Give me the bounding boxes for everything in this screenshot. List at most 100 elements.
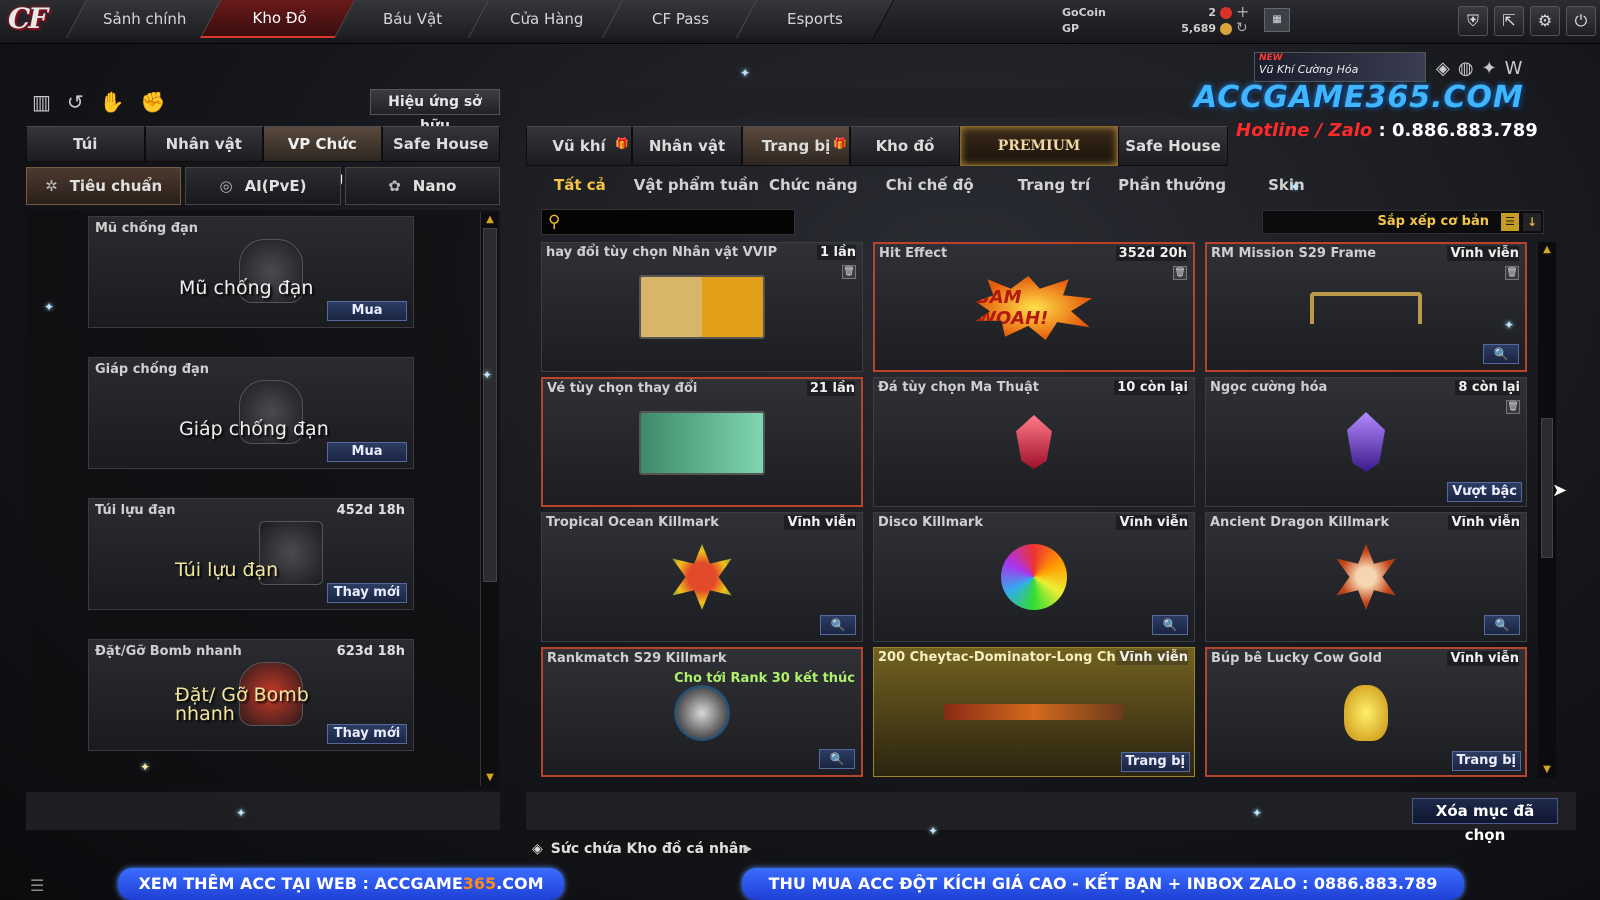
item-card[interactable]: Búp bê Lucky Cow Gold Vĩnh viễn Trang bị — [1205, 647, 1527, 777]
subtab-function[interactable]: Chức năng — [759, 170, 872, 200]
nav-tab-cfpass[interactable]: CF Pass — [601, 0, 761, 38]
share-icon[interactable]: ⇱ — [1494, 6, 1524, 36]
search-icon[interactable]: 🔍 — [820, 615, 856, 635]
tab-label: Safe House — [1125, 137, 1221, 155]
card-name: Tropical Ocean Killmark — [546, 515, 719, 530]
nav-tab-treasure[interactable]: Báu Vật — [333, 0, 493, 38]
tab-premium[interactable]: PREMIUM — [960, 126, 1118, 166]
list-item[interactable]: Mũ chống đạn Mũ chống đạn Mua — [88, 216, 414, 328]
subtab-mode-only[interactable]: Chỉ chế độ — [872, 170, 1004, 200]
search-icon[interactable]: 🔍 — [1484, 615, 1520, 635]
list-item[interactable]: Túi lựu đạn 452d 18h Túi lựu đạn Thay mớ… — [88, 498, 414, 610]
globe-icon[interactable]: ◍ — [1458, 58, 1474, 79]
item-card[interactable]: Đá tùy chọn Ma Thuật 10 còn lại — [873, 377, 1195, 507]
subtab-ai-pve[interactable]: ◎ AI(PvE) — [185, 167, 341, 205]
search-icon[interactable]: 🔍 — [819, 749, 855, 769]
promo-banner[interactable]: NEW Vũ Khí Cường Hóa — [1254, 52, 1426, 82]
hit-effect-icon: BAM WOAH! — [976, 276, 1092, 340]
emblem-icon[interactable]: ✦ — [1482, 58, 1497, 79]
shield-icon[interactable]: ⛨ — [1458, 6, 1488, 36]
item-card[interactable]: Rankmatch S29 Killmark Cho tới Rank 30 k… — [541, 647, 863, 777]
scroll-down-icon[interactable]: ▼ — [1538, 762, 1556, 778]
item-card[interactable]: Hit Effect 352d 20h 🗑 BAM WOAH! — [873, 242, 1195, 372]
ranking-icon[interactable]: ▥ — [32, 90, 51, 114]
item-card[interactable]: 200 Cheytac-Dominator-Long Châu Vĩnh viễ… — [873, 647, 1195, 777]
tab-equipment[interactable]: Trang bị 🎁 — [742, 126, 850, 166]
nav-tab-inventory[interactable]: Kho Đồ — [199, 0, 359, 38]
item-card[interactable]: Tropical Ocean Killmark Vĩnh viễn 🔍 — [541, 512, 863, 642]
clear-selected-button[interactable]: Xóa mục đã chọn — [1412, 798, 1558, 844]
list-icon[interactable]: ☰ — [30, 876, 44, 895]
subtab-nano[interactable]: ✿ Nano — [344, 167, 500, 205]
tab-bag[interactable]: Túi — [26, 126, 145, 162]
sparkle-icon: ✦ — [928, 824, 939, 838]
search-input[interactable]: ⚲ — [541, 209, 795, 235]
sparkle-icon: ✦ — [236, 806, 247, 820]
hotline-number: 0.886.883.789 — [1391, 120, 1538, 141]
item-card[interactable]: Disco Killmark Vĩnh viễn 🔍 — [873, 512, 1195, 642]
history-icon[interactable]: ↺ — [67, 90, 84, 114]
search-icon[interactable]: 🔍 — [1483, 344, 1519, 364]
refresh-icon[interactable]: ↻ — [1236, 20, 1248, 36]
equip-button[interactable]: Trang bị — [1120, 752, 1190, 772]
subtab-skin[interactable]: Skin — [1254, 170, 1319, 200]
nav-tab-label: Cửa Hàng — [510, 10, 584, 28]
subtab-rewards[interactable]: Phần thưởng — [1104, 170, 1254, 200]
sort-dropdown[interactable]: Sắp xếp cơ bản ☰ ↓ — [1262, 210, 1544, 234]
tab-safe-house[interactable]: Safe House — [1118, 126, 1228, 166]
left-scrollbar[interactable]: ▲ ▼ — [480, 212, 498, 786]
ticket-icon[interactable]: ▦ — [1264, 8, 1290, 32]
buy-button[interactable]: Mua — [327, 442, 407, 462]
item-card[interactable]: Vé tùy chọn thay đổi 21 lần — [541, 377, 863, 507]
sort-label: Sắp xếp cơ bản — [1377, 214, 1490, 229]
subtab-weekly[interactable]: Vật phẩm tuần — [626, 170, 759, 200]
nav-tab-esports[interactable]: Esports — [735, 0, 895, 38]
list-item[interactable]: Đặt/Gỡ Bomb nhanh 623d 18h Đặt/ Gỡ Bomb … — [88, 639, 414, 751]
card-name: Búp bê Lucky Cow Gold — [1211, 651, 1382, 666]
owned-effects-button[interactable]: Hiệu ứng sở hữu — [370, 89, 500, 134]
subtab-decor[interactable]: Trang trí — [1004, 170, 1104, 200]
subtab-all[interactable]: Tất cả — [526, 170, 626, 200]
item-card[interactable]: hay đổi tùy chọn Nhân vật VVIP 1 lần 🗑 — [541, 242, 863, 372]
hand-icon[interactable]: ✋ — [100, 90, 125, 114]
item-card[interactable]: Ancient Dragon Killmark Vĩnh viễn 🔍 — [1205, 512, 1527, 642]
card-duration: 8 còn lại — [1455, 380, 1520, 395]
renew-button[interactable]: Thay mới — [327, 583, 407, 603]
trash-icon[interactable]: 🗑 — [1505, 266, 1519, 280]
sort-direction-icon[interactable]: ↓ — [1523, 213, 1541, 231]
rank-badge-icon[interactable]: ◈ — [1436, 58, 1450, 79]
equip-button[interactable]: Trang bị — [1451, 751, 1521, 771]
trash-icon[interactable]: 🗑 — [842, 265, 856, 279]
card-duration: Vĩnh viễn — [1116, 515, 1188, 530]
list-item[interactable]: Giáp chống đạn Giáp chống đạn Mua — [88, 357, 414, 469]
scroll-thumb[interactable] — [483, 228, 497, 582]
scroll-up-icon[interactable]: ▲ — [1538, 242, 1556, 258]
list-view-icon[interactable]: ☰ — [1501, 213, 1519, 231]
buy-button[interactable]: Mua — [327, 301, 407, 321]
item-card[interactable]: RM Mission S29 Frame Vĩnh viễn 🗑 🔍 — [1205, 242, 1527, 372]
trash-icon[interactable]: 🗑 — [1173, 266, 1187, 280]
storage-capacity-button[interactable]: ◈ Sức chứa Kho đồ cá nhân ▶ — [526, 836, 758, 862]
tab-character[interactable]: Nhân vật — [144, 126, 263, 162]
tab-safe-house[interactable]: Safe House — [381, 126, 500, 162]
w-emblem-icon[interactable]: W — [1505, 58, 1523, 79]
glove-icon[interactable]: ✊ — [141, 90, 166, 114]
item-card[interactable]: Ngọc cường hóa 8 còn lại 🗑 Vượt bậc — [1205, 377, 1527, 507]
add-currency-icon[interactable]: + — [1236, 2, 1249, 21]
power-icon[interactable]: ⏻ — [1566, 6, 1596, 36]
tab-storage[interactable]: Kho đồ — [850, 126, 960, 166]
tab-weapons[interactable]: Vũ khí 🎁 — [526, 126, 632, 166]
trash-icon[interactable]: 🗑 — [1506, 400, 1520, 414]
renew-button[interactable]: Thay mới — [327, 724, 407, 744]
upgrade-button[interactable]: Vượt bậc — [1447, 482, 1522, 502]
nav-tab-lobby[interactable]: Sảnh chính — [65, 0, 225, 38]
tab-characters[interactable]: Nhân vật — [632, 126, 742, 166]
nav-tab-shop[interactable]: Cửa Hàng — [467, 0, 627, 38]
tab-function-items[interactable]: VP Chức năng — [263, 126, 382, 187]
right-scrollbar[interactable]: ▲ ▼ — [1538, 242, 1556, 778]
search-icon[interactable]: 🔍 — [1152, 615, 1188, 635]
scroll-up-icon[interactable]: ▲ — [481, 212, 499, 228]
scroll-down-icon[interactable]: ▼ — [481, 770, 499, 786]
gear-icon[interactable]: ⚙ — [1530, 6, 1560, 36]
subtab-standard[interactable]: ✲ Tiêu chuẩn — [26, 167, 182, 205]
